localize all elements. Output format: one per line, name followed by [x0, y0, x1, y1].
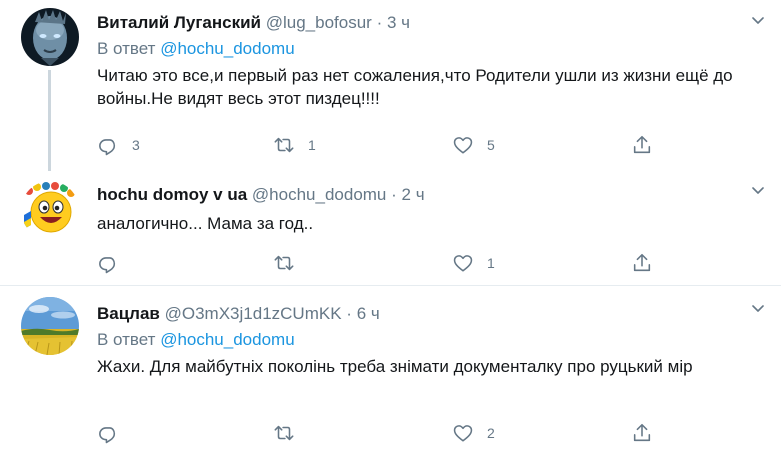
- separator-dot: ·: [391, 185, 397, 204]
- thread-line: [48, 70, 51, 171]
- tweet[interactable]: Виталий Луганский @lug_bofosur · 3 ч В о…: [0, 0, 781, 171]
- author-name[interactable]: hochu domoy v ua: [97, 185, 247, 204]
- author-handle[interactable]: @O3mX3j1d1zCUmKK: [165, 304, 342, 323]
- share-button[interactable]: [631, 251, 653, 275]
- retweet-button[interactable]: [273, 421, 308, 445]
- tweet-actions: 1: [97, 251, 657, 275]
- heart-icon: [453, 255, 473, 272]
- reply-to: В ответ @hochu_dodomu: [97, 329, 761, 351]
- reply-mention-link[interactable]: @hochu_dodomu: [160, 39, 294, 58]
- share-button[interactable]: [631, 421, 653, 445]
- avatar[interactable]: [21, 297, 79, 355]
- tweet-actions: 2: [97, 421, 657, 445]
- share-button[interactable]: [631, 133, 653, 157]
- tweet-header: Виталий Луганский @lug_bofosur · 3 ч: [97, 12, 761, 34]
- reply-button[interactable]: [97, 251, 132, 275]
- reply-count: 3: [132, 137, 140, 153]
- like-button[interactable]: 5: [452, 133, 495, 157]
- like-count: 5: [487, 137, 495, 153]
- share-icon: [633, 135, 651, 154]
- heart-icon: [453, 425, 473, 442]
- like-count: 1: [487, 255, 495, 271]
- timestamp[interactable]: 3 ч: [387, 13, 410, 32]
- timestamp[interactable]: 2 ч: [402, 185, 425, 204]
- reply-icon: [99, 427, 116, 444]
- tweet-header: hochu domoy v ua @hochu_dodomu · 2 ч: [97, 184, 761, 206]
- tweet-text: Жахи. Для майбутніх поколінь треба зніма…: [97, 357, 693, 376]
- reply-mention-link[interactable]: @hochu_dodomu: [160, 330, 294, 349]
- reply-icon: [99, 257, 116, 274]
- chevron-down-icon[interactable]: [751, 184, 765, 198]
- separator-dot: ·: [346, 304, 352, 323]
- retweet-count: 1: [308, 137, 316, 153]
- emoji-avatar-icon: [21, 181, 79, 239]
- reply-to: В ответ @hochu_dodomu: [97, 38, 761, 60]
- author-name[interactable]: Виталий Луганский: [97, 13, 261, 32]
- author-handle[interactable]: @hochu_dodomu: [252, 185, 386, 204]
- like-button[interactable]: 2: [452, 421, 495, 445]
- separator-dot: ·: [376, 13, 383, 32]
- retweet-icon: [274, 425, 294, 441]
- reply-prefix: В ответ: [97, 39, 156, 58]
- reply-button[interactable]: 3: [97, 133, 140, 157]
- reply-icon: [99, 139, 116, 156]
- retweet-button[interactable]: 1: [273, 133, 316, 157]
- author-name[interactable]: Вацлав: [97, 304, 160, 323]
- retweet-icon: [274, 255, 294, 271]
- like-button[interactable]: 1: [452, 251, 495, 275]
- chevron-down-icon[interactable]: [751, 14, 765, 28]
- share-icon: [633, 423, 651, 442]
- like-count: 2: [487, 425, 495, 441]
- tweet-text: аналогично... Мама за год..: [97, 214, 314, 233]
- wheat-field-avatar-icon: [21, 297, 79, 355]
- share-icon: [633, 253, 651, 272]
- tweet-actions: 3 1 5: [97, 133, 657, 157]
- reply-prefix: В ответ: [97, 330, 156, 349]
- tweet[interactable]: Вацлав @O3mX3j1d1zCUmKK · 6 ч В ответ @h…: [0, 285, 781, 456]
- avatar[interactable]: [21, 8, 79, 66]
- retweet-button[interactable]: [273, 251, 308, 275]
- heart-icon: [453, 137, 473, 154]
- tweet-text: Читаю это все,и первый раз нет сожаления…: [97, 66, 733, 108]
- tweet[interactable]: hochu domoy v ua @hochu_dodomu · 2 ч ана…: [0, 166, 781, 285]
- avatar[interactable]: [21, 181, 79, 239]
- white-walker-avatar-icon: [21, 8, 79, 66]
- author-handle[interactable]: @lug_bofosur: [266, 13, 372, 32]
- chevron-down-icon[interactable]: [751, 302, 765, 316]
- timestamp[interactable]: 6 ч: [357, 304, 380, 323]
- reply-button[interactable]: [97, 421, 132, 445]
- retweet-icon: [274, 137, 294, 153]
- tweet-header: Вацлав @O3mX3j1d1zCUmKK · 6 ч: [97, 303, 761, 325]
